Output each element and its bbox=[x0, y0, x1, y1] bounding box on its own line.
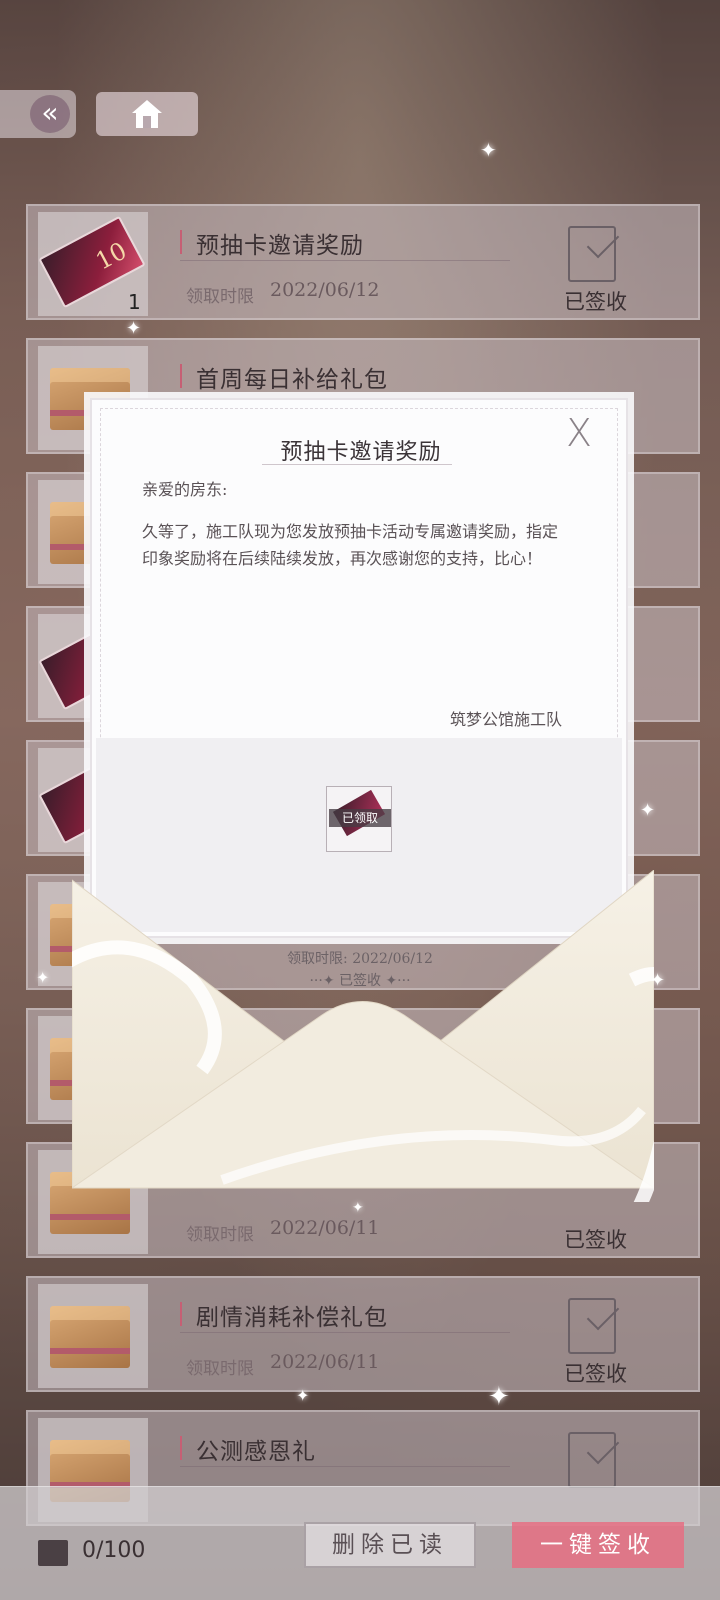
letter-body: 久等了，施工队现为您发放预抽卡活动专属邀请奖励，指定印象奖励将在后续陆续发放，再… bbox=[142, 522, 559, 568]
mail-item[interactable]: 剧情消耗补偿礼包 领取时限 2022/06/11 已签收 bbox=[26, 1276, 700, 1392]
mail-item[interactable]: 10 1 预抽卡邀请奖励 领取时限 2022/06/12 已签收 bbox=[26, 204, 700, 320]
signed-icon bbox=[568, 226, 616, 282]
divider bbox=[180, 260, 510, 261]
attachment-count: 1 bbox=[128, 290, 141, 314]
letter-modal: 预抽卡邀请奖励 X 亲爱的房东: 久等了，施工队现为您发放预抽卡活动专属邀请奖励… bbox=[90, 398, 628, 938]
envelope-illustration bbox=[72, 870, 654, 1202]
deadline-label: 领取时限 bbox=[186, 1359, 254, 1379]
sparkle-icon: ✦ bbox=[352, 1200, 364, 1216]
mail-status: 已签收 bbox=[564, 290, 627, 314]
mail-thumbnail bbox=[38, 1284, 148, 1388]
envelope-status: ···✦ 已签收 ✦··· bbox=[309, 973, 411, 989]
inbox-count: 0/100 bbox=[82, 1538, 146, 1563]
reward-item[interactable]: 已领取 bbox=[326, 786, 392, 852]
mail-title: 剧情消耗补偿礼包 bbox=[196, 1305, 388, 1331]
inbox-icon bbox=[38, 1540, 68, 1566]
home-button[interactable] bbox=[96, 92, 198, 136]
sparkle-icon: ✦ bbox=[126, 318, 142, 339]
title-accent bbox=[180, 1436, 182, 1460]
mail-status: 已签收 bbox=[564, 1228, 627, 1252]
sparkle-icon: ✦ bbox=[36, 968, 50, 987]
sparkle-icon: ✦ bbox=[296, 1386, 310, 1405]
title-accent bbox=[180, 364, 182, 388]
home-icon bbox=[132, 100, 162, 128]
sparkle-icon: ✦ bbox=[640, 800, 656, 821]
sparkle-icon: ✦ bbox=[488, 1382, 510, 1412]
signed-icon bbox=[568, 1298, 616, 1354]
mail-title: 公测感恩礼 bbox=[196, 1439, 316, 1465]
sparkle-icon: ✦ bbox=[480, 138, 497, 162]
deadline-date: 2022/06/11 bbox=[270, 1351, 380, 1373]
letter-signature: 筑梦公馆施工队 bbox=[449, 710, 562, 729]
signed-icon bbox=[568, 1432, 616, 1488]
sign-all-button[interactable]: 一键签收 bbox=[512, 1522, 684, 1568]
claimed-badge: 已领取 bbox=[329, 809, 391, 827]
close-icon[interactable]: X bbox=[560, 414, 598, 452]
sparkle-icon: ✦ bbox=[650, 970, 666, 991]
divider bbox=[180, 1466, 510, 1467]
mail-status: 已签收 bbox=[564, 1362, 627, 1386]
deadline-date: 2022/06/11 bbox=[270, 1217, 380, 1239]
back-icon: « bbox=[30, 95, 70, 133]
mail-title: 预抽卡邀请奖励 bbox=[196, 233, 364, 259]
letter-title: 预抽卡邀请奖励 bbox=[280, 440, 442, 465]
mail-title: 首周每日补给礼包 bbox=[196, 367, 388, 393]
divider bbox=[180, 1332, 510, 1333]
deadline-label: 领取时限 bbox=[186, 1225, 254, 1245]
delete-read-button[interactable]: 删除已读 bbox=[304, 1522, 476, 1568]
title-accent bbox=[180, 230, 182, 254]
gift-box-icon bbox=[50, 1306, 130, 1368]
title-accent bbox=[180, 1302, 182, 1326]
back-button[interactable]: « bbox=[0, 90, 76, 138]
envelope-deadline: 领取时限: 2022/06/12 bbox=[287, 951, 433, 967]
deadline-label: 领取时限 bbox=[186, 287, 254, 307]
deadline-date: 2022/06/12 bbox=[270, 279, 380, 301]
title-underline bbox=[262, 464, 452, 465]
letter-greeting: 亲爱的房东: bbox=[142, 480, 228, 499]
